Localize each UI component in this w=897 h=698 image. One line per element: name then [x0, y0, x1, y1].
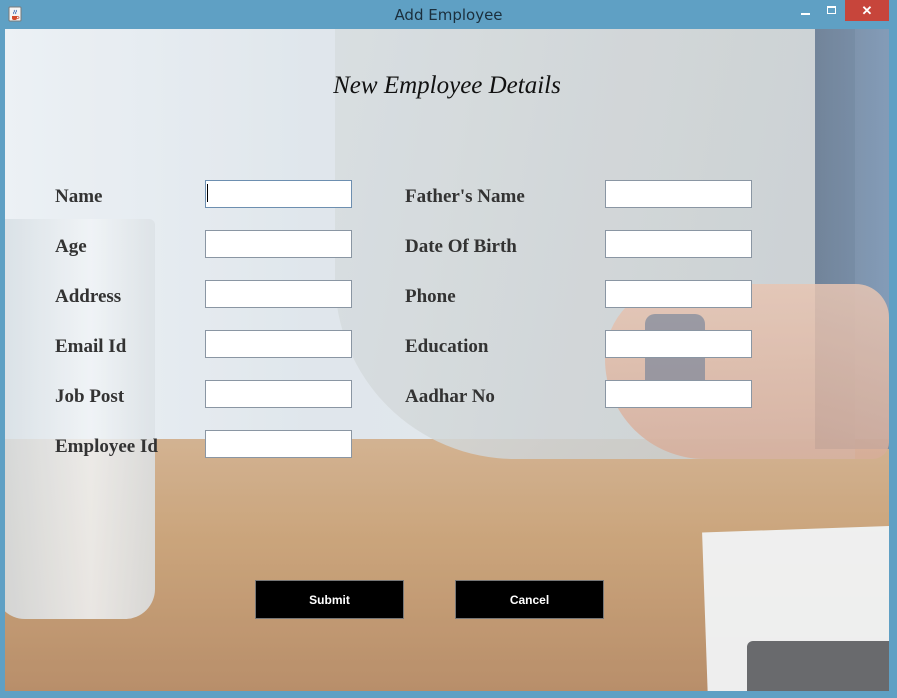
name-label: Name [55, 186, 103, 207]
background-veil [5, 29, 889, 691]
email-id-label: Email Id [55, 336, 127, 357]
window-title: Add Employee [394, 6, 503, 24]
address-label: Address [55, 286, 122, 307]
maximize-icon[interactable] [818, 0, 844, 21]
page-title: New Employee Details [333, 72, 561, 99]
aadhar-no-label: Aadhar No [405, 386, 495, 407]
fathers-name-field[interactable] [605, 180, 752, 208]
job-post-field[interactable] [205, 380, 352, 408]
phone-label: Phone [405, 286, 456, 307]
title-bar[interactable]: Add Employee ✕ [0, 0, 897, 29]
address-field[interactable] [205, 280, 352, 308]
name-field[interactable] [205, 180, 352, 208]
email-id-field[interactable] [205, 330, 352, 358]
submit-button[interactable]: Submit [255, 580, 404, 619]
cancel-button[interactable]: Cancel [455, 580, 604, 619]
minimize-icon[interactable] [792, 0, 818, 21]
education-label: Education [405, 336, 489, 357]
date-of-birth-field[interactable] [605, 230, 752, 258]
close-glyph: ✕ [861, 3, 873, 18]
age-label: Age [55, 236, 87, 257]
employee-id-label: Employee Id [55, 436, 158, 457]
phone-field[interactable] [605, 280, 752, 308]
employee-id-field[interactable] [205, 430, 352, 458]
text-caret [207, 184, 208, 202]
close-icon[interactable]: ✕ [845, 0, 889, 21]
aadhar-no-field[interactable] [605, 380, 752, 408]
job-post-label: Job Post [55, 386, 125, 407]
education-field[interactable] [605, 330, 752, 358]
age-field[interactable] [205, 230, 352, 258]
form-panel: New Employee Details Name Age Address Em… [5, 29, 889, 691]
app-window: Add Employee ✕ New Employee Details Name… [0, 0, 897, 698]
date-of-birth-label: Date Of Birth [405, 236, 517, 257]
fathers-name-label: Father's Name [405, 186, 525, 207]
